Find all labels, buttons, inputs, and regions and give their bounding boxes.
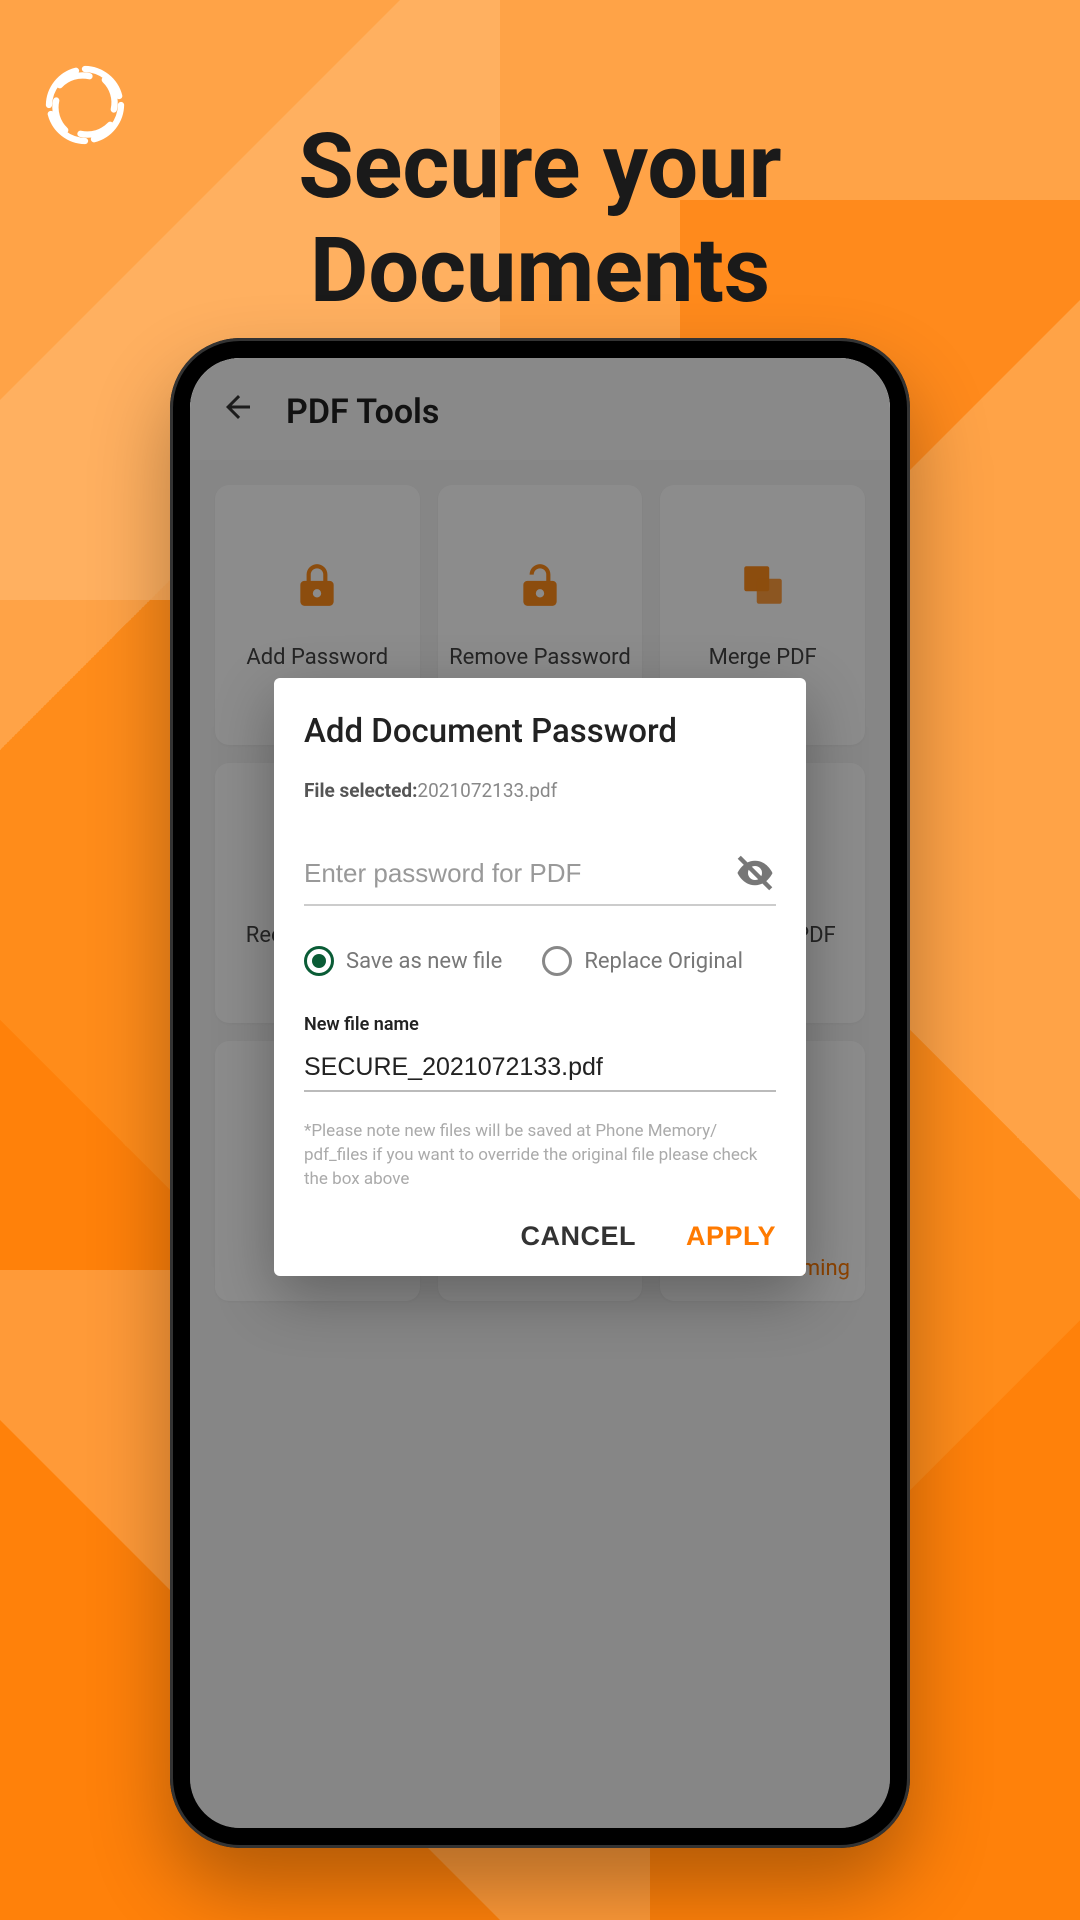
- file-selected-name: 2021072133.pdf: [417, 779, 557, 802]
- radio-replace-original[interactable]: Replace Original: [542, 946, 743, 976]
- password-field-row: [304, 852, 776, 906]
- dialog-note: *Please note new files will be saved at …: [304, 1120, 776, 1191]
- radio-label: Save as new file: [346, 949, 502, 974]
- eye-off-icon[interactable]: [734, 852, 776, 894]
- phone-frame: PDF Tools Add Password Remove Password: [170, 338, 910, 1848]
- save-option-radio-group: Save as new file Replace Original: [304, 946, 776, 976]
- hero-title-line1: Secure your: [298, 114, 781, 219]
- hero-title-line2: Documents: [310, 218, 770, 323]
- file-selected-row: File selected:2021072133.pdf: [304, 779, 776, 802]
- new-filename-input[interactable]: [304, 1053, 776, 1092]
- promo-background: Secure your Documents PDF Tools Add Pass…: [0, 0, 1080, 1920]
- new-filename-label: New file name: [304, 1014, 776, 1035]
- radio-unselected-icon: [542, 946, 572, 976]
- apply-button[interactable]: APPLY: [686, 1221, 776, 1252]
- radio-save-new[interactable]: Save as new file: [304, 946, 502, 976]
- radio-selected-icon: [304, 946, 334, 976]
- phone-screen: PDF Tools Add Password Remove Password: [190, 358, 890, 1828]
- cancel-button[interactable]: CANCEL: [520, 1221, 636, 1252]
- file-selected-label: File selected:: [304, 779, 417, 802]
- password-input[interactable]: [304, 858, 734, 889]
- dialog-actions: CANCEL APPLY: [304, 1221, 776, 1252]
- radio-label: Replace Original: [584, 949, 743, 974]
- hero-title: Secure your Documents: [0, 115, 1080, 322]
- add-password-dialog: Add Document Password File selected:2021…: [274, 678, 806, 1276]
- dialog-title: Add Document Password: [304, 712, 776, 751]
